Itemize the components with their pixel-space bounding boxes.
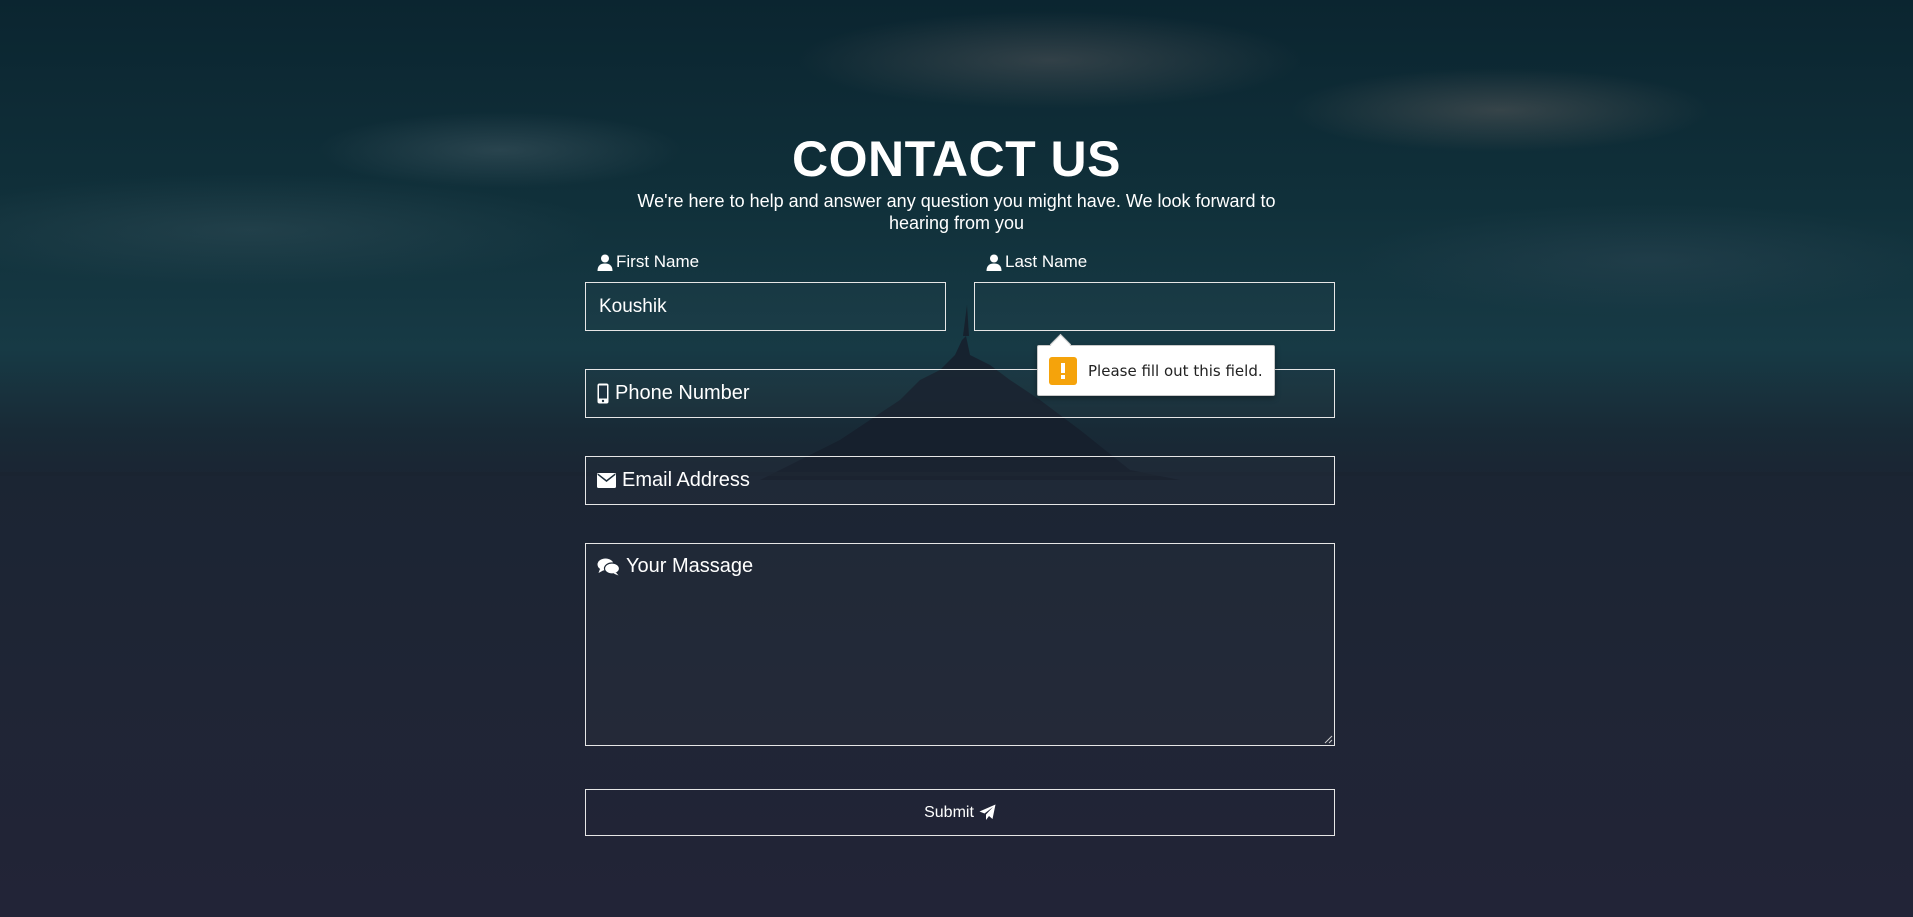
phone-number-placeholder: Phone Number [615,382,750,404]
first-name-label: First Name [597,250,946,274]
warning-icon [1049,356,1077,385]
resize-handle-icon[interactable] [1323,734,1333,744]
page-header: CONTACT US We're here to help and answer… [0,128,1913,234]
message-textarea[interactable]: Your Massage [585,543,1335,746]
first-name-label-text: First Name [616,252,700,271]
validation-message: Please fill out this field. [1088,361,1263,380]
contact-page: CONTACT US We're here to help and answer… [0,0,1913,917]
message-placeholder-row: Your Massage [597,555,1323,578]
last-name-label-text: Last Name [1005,252,1088,271]
user-icon [986,254,1002,271]
user-icon [597,254,613,271]
last-name-input[interactable] [974,282,1335,331]
first-name-input[interactable]: Koushik [585,282,946,331]
mobile-phone-icon [597,383,609,404]
paper-plane-icon [979,804,996,820]
envelope-icon [597,473,616,488]
last-name-label: Last Name [986,250,1335,274]
name-row: First Name Koushik Last Name [585,250,1335,331]
last-name-group: Last Name [974,250,1335,331]
page-subtitle: We're here to help and answer any questi… [637,191,1276,233]
page-title: CONTACT US [791,131,1122,187]
message-placeholder: Your Massage [626,555,754,577]
submit-label: Submit [924,803,974,821]
first-name-group: First Name Koushik [585,250,946,331]
first-name-value: Koushik [599,295,667,317]
submit-button[interactable]: Submit [585,789,1335,836]
email-address-placeholder: Email Address [622,469,750,491]
validation-tooltip: Please fill out this field. [1037,333,1275,396]
comments-icon [597,558,620,575]
contact-form: First Name Koushik Last Name Phone Numbe… [585,250,1335,836]
email-address-input[interactable]: Email Address [585,456,1335,505]
